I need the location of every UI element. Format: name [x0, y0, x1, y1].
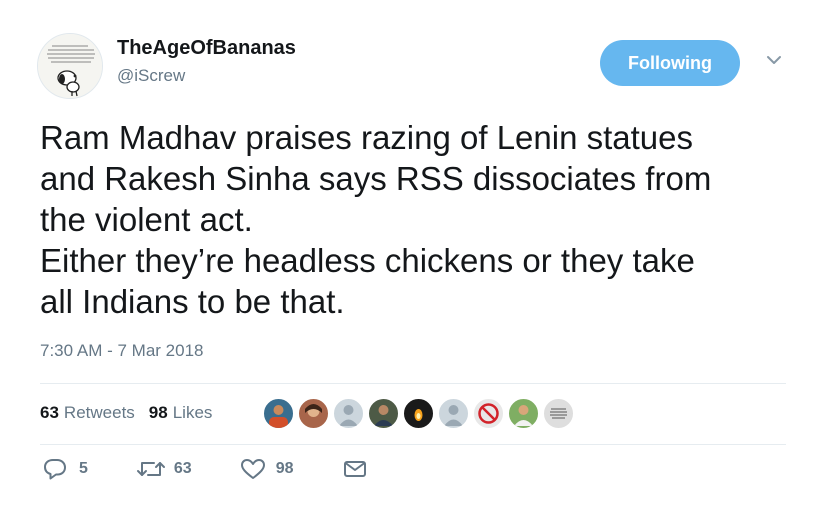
tweet-actions: 5 63 98	[42, 458, 368, 480]
display-name[interactable]: TheAgeOfBananas	[117, 37, 296, 60]
retweets-label: Retweets	[63, 403, 135, 422]
person-icon	[374, 405, 393, 426]
reply-icon	[44, 459, 66, 480]
tweet-stats: 63 Retweets 98 Likes	[40, 403, 212, 423]
envelope-icon	[343, 461, 366, 477]
person-icon	[305, 404, 322, 417]
default-avatar-icon	[444, 405, 463, 426]
divider-bottom	[40, 444, 786, 445]
no-symbol-logo-icon	[478, 403, 499, 424]
like-count: 98	[275, 460, 294, 477]
direct-message-action[interactable]	[342, 458, 368, 480]
likes-count: 98	[148, 403, 168, 422]
person-icon	[514, 405, 533, 426]
person-icon	[269, 405, 288, 428]
liker-avatar[interactable]	[507, 397, 540, 430]
liker-avatar[interactable]	[262, 397, 295, 430]
liker-avatar[interactable]	[367, 397, 400, 430]
likes-stat[interactable]: 98 Likes	[149, 403, 213, 423]
liker-avatar[interactable]	[437, 397, 470, 430]
candle-icon	[414, 409, 423, 421]
reply-action[interactable]: 5	[42, 458, 88, 480]
user-handle[interactable]: @iScrew	[117, 66, 185, 86]
chevron-down-icon	[767, 56, 781, 64]
divider-top	[40, 383, 786, 384]
tweet-timestamp[interactable]: 7:30 AM - 7 Mar 2018	[40, 341, 203, 361]
text-image-icon	[550, 408, 567, 419]
liker-avatar[interactable]	[332, 397, 365, 430]
retweet-action[interactable]: 63	[136, 458, 192, 480]
liker-avatar[interactable]	[297, 397, 330, 430]
default-avatar-icon	[339, 405, 358, 426]
liker-avatar[interactable]	[542, 397, 575, 430]
retweet-count: 63	[173, 460, 192, 477]
more-options-caret[interactable]	[763, 52, 785, 68]
like-action[interactable]: 98	[240, 458, 294, 480]
likes-label: Likes	[172, 403, 213, 422]
liker-avatars	[262, 397, 577, 430]
avatar[interactable]	[37, 33, 103, 99]
snoopy-avatar-icon	[38, 34, 102, 98]
retweets-count: 63	[40, 403, 59, 422]
following-button[interactable]: Following	[600, 40, 740, 86]
retweets-stat[interactable]: 63 Retweets	[40, 403, 135, 423]
tweet-text: Ram Madhav praises razing of Lenin statu…	[40, 119, 712, 320]
liker-avatar[interactable]	[402, 397, 435, 430]
liker-avatar[interactable]	[472, 397, 505, 430]
retweet-icon	[136, 462, 165, 476]
heart-icon	[240, 459, 265, 479]
reply-count: 5	[79, 460, 88, 477]
